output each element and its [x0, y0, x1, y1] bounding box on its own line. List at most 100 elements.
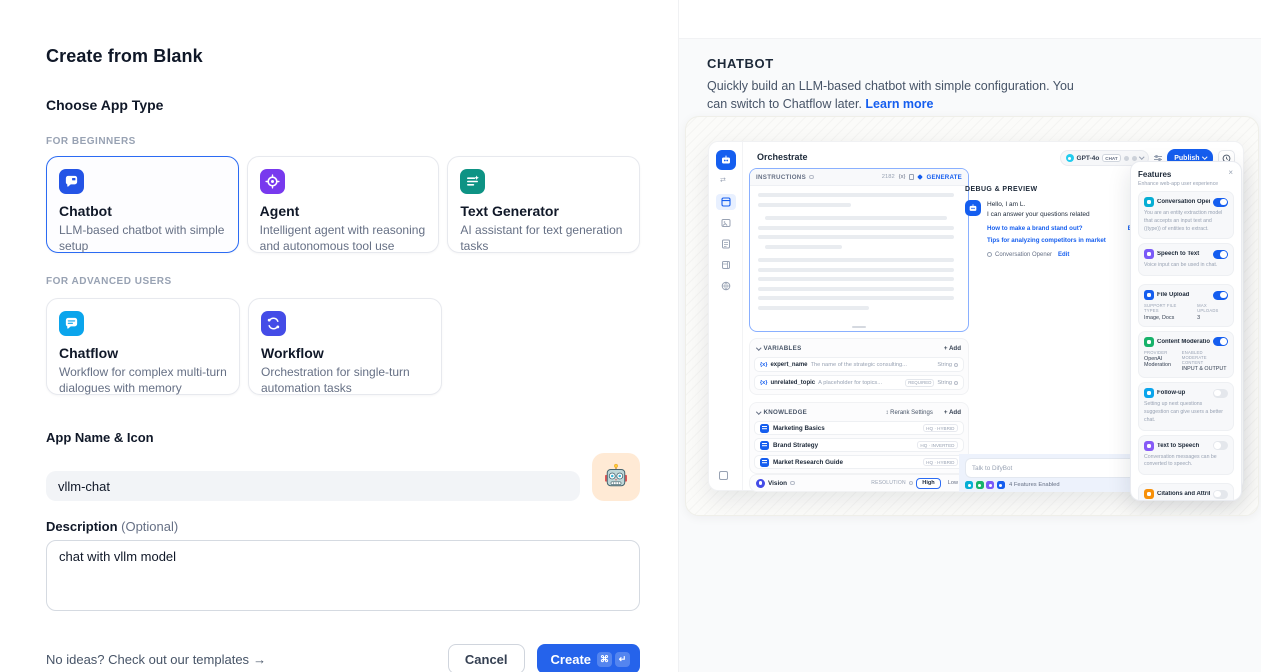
chevron-down-icon — [756, 345, 761, 350]
generate-button: GENERATE — [926, 174, 962, 181]
knowledge-panel: KNOWLEDGE ↕ Rerank Settings + Add Market… — [749, 402, 969, 474]
file-upload-icon — [1144, 290, 1154, 300]
card-title: Chatflow — [59, 345, 227, 361]
model-param-icon — [1124, 156, 1129, 161]
debug-preview-label: DEBUG & PREVIEW — [965, 186, 1038, 193]
card-title: Text Generator — [460, 203, 627, 219]
knowledge-row: Brand Strategy HQ · INVERTED — [754, 438, 964, 452]
advanced-cards-row: Chatflow Workflow for complex multi-turn… — [46, 298, 640, 395]
chevron-down-icon — [1139, 155, 1144, 160]
cmd-key-icon: ⌘ — [597, 652, 612, 667]
gear-icon — [954, 363, 958, 367]
app-type-card-workflow[interactable]: Workflow Orchestration for single-turn a… — [248, 298, 442, 395]
app-type-card-agent[interactable]: Agent Intelligent agent with reasoning a… — [247, 156, 440, 253]
text-to-speech-icon — [1144, 441, 1154, 451]
description-optional-label: (Optional) — [121, 519, 178, 534]
preview-window-title: Orchestrate — [757, 152, 808, 162]
feature-text-to-speech: Text to Speech Conversation messages can… — [1138, 435, 1234, 476]
text-generator-icon — [460, 169, 485, 194]
speech-to-text-icon — [986, 481, 994, 489]
beginner-cards-row: Chatbot LLM-based chatbot with simple se… — [46, 156, 640, 253]
preview-heading: CHATBOT — [707, 56, 1261, 71]
chat-input-area: Talk to DifyBot 4 Features Enabled — [959, 454, 1147, 492]
required-chip: REQUIRED — [905, 379, 934, 387]
toggle-on — [1213, 337, 1228, 346]
greeting-line1: Hello, I am L. — [987, 200, 1090, 210]
instructions-toolbar: 2182 {x} GENERATE — [882, 174, 962, 181]
info-icon — [790, 481, 795, 486]
variables-header: VARIABLES + Add — [754, 343, 964, 354]
tune-icon — [1154, 156, 1162, 160]
features-subtitle: Enhance web-app user experience — [1138, 181, 1234, 187]
collapse-sidebar-icon — [719, 471, 728, 480]
citations-icon — [1144, 489, 1154, 499]
arrow-right-icon: → — [253, 652, 266, 667]
variable-row: {x} unrelated_topic A placeholder for to… — [754, 375, 964, 390]
chatbot-preview-image: ⇄ Orchestrate GPT-4o CHAT — [685, 116, 1259, 516]
instructions-skeleton — [750, 186, 968, 317]
card-desc: Workflow for complex multi-turn dialogue… — [59, 364, 227, 396]
knowledge-header: KNOWLEDGE ↕ Rerank Settings + Add — [754, 407, 964, 418]
card-desc: AI assistant for text generation tasks — [460, 222, 627, 254]
content-moderation-icon — [976, 481, 984, 489]
toggle-on — [1213, 250, 1228, 259]
app-name-input[interactable] — [46, 471, 580, 501]
notes-tab-icon — [716, 257, 736, 273]
file-upload-icon — [997, 481, 1005, 489]
app-type-card-chatbot[interactable]: Chatbot LLM-based chatbot with simple se… — [46, 156, 239, 253]
instructions-panel: INSTRUCTIONS 2182 {x} GENERATE — [749, 168, 969, 332]
vision-panel: Vision RESOLUTION High Low — [749, 474, 969, 492]
globe-tab-icon — [716, 278, 736, 294]
info-icon — [909, 481, 914, 486]
variable-row: {x} expert_name The name of the strategi… — [754, 357, 964, 372]
app-type-card-chatflow[interactable]: Chatflow Workflow for complex multi-turn… — [46, 298, 240, 395]
conversation-opener-icon — [1144, 197, 1154, 207]
card-desc: Orchestration for single-turn automation… — [261, 364, 429, 396]
enter-key-icon: ↵ — [615, 652, 630, 667]
opener-icon — [987, 252, 992, 257]
feature-content-moderation: Content Moderation PROVIDEROpenAI Modera… — [1138, 331, 1234, 379]
preview-chat: Hello, I am L. I can answer your questio… — [965, 200, 1139, 258]
chatflow-icon — [59, 311, 84, 336]
index-mode-chip: HQ · HYBRID — [923, 458, 958, 466]
description-textarea[interactable]: chat with vllm model — [46, 540, 640, 611]
dataset-icon — [760, 458, 769, 467]
card-title: Agent — [260, 203, 427, 219]
create-button[interactable]: Create ⌘ ↵ — [537, 644, 640, 672]
card-desc: Intelligent agent with reasoning and aut… — [260, 222, 427, 254]
info-icon — [809, 175, 814, 180]
app-icon-picker[interactable] — [592, 453, 640, 501]
suggested-questions: How to make a brand stand out? Bes Tips … — [987, 225, 1139, 244]
model-provider-icon — [1066, 154, 1074, 162]
features-panel: Features × Enhance web-app user experien… — [1130, 161, 1242, 501]
feature-follow-up: Follow-up Setting up next questions sugg… — [1138, 382, 1234, 430]
toggle-on — [1213, 198, 1228, 207]
dataset-icon — [760, 424, 769, 433]
toggle-off — [1213, 389, 1228, 398]
orchestrate-tab-icon — [716, 194, 736, 210]
app-type-card-text-generator[interactable]: Text Generator AI assistant for text gen… — [447, 156, 640, 253]
gear-icon — [954, 381, 958, 385]
templates-link[interactable]: No ideas? Check out our templates→ — [46, 652, 266, 667]
agent-icon — [260, 169, 285, 194]
footer-buttons: Cancel Create ⌘ ↵ — [448, 644, 640, 672]
chevron-down-icon — [756, 409, 761, 414]
robot-emoji-icon — [601, 462, 631, 492]
learn-more-link[interactable]: Learn more — [865, 97, 933, 111]
feature-speech-to-text: Speech to Text Voice input can be used i… — [1138, 243, 1234, 276]
suggested-question: How to make a brand stand out? — [987, 225, 1083, 232]
card-title: Workflow — [261, 345, 429, 361]
sparkle-icon — [918, 174, 924, 180]
choose-app-type-label: Choose App Type — [46, 97, 640, 113]
chevron-down-icon — [1202, 155, 1207, 160]
resolution-high-chip: High — [916, 478, 940, 489]
resize-handle — [852, 326, 866, 328]
preview-pane-topbar — [679, 0, 1261, 39]
variables-panel: VARIABLES + Add {x} expert_name The name… — [749, 338, 969, 395]
page-title: Create from Blank — [46, 46, 640, 67]
feature-conversation-opener: Conversation Opener You are an entity ex… — [1138, 191, 1234, 239]
bot-avatar-icon — [965, 200, 981, 216]
close-icon: × — [1228, 168, 1233, 177]
cancel-button[interactable]: Cancel — [448, 644, 525, 672]
feature-file-upload: File Upload SUPPORT FILE TYPESImage, Doc… — [1138, 284, 1234, 327]
